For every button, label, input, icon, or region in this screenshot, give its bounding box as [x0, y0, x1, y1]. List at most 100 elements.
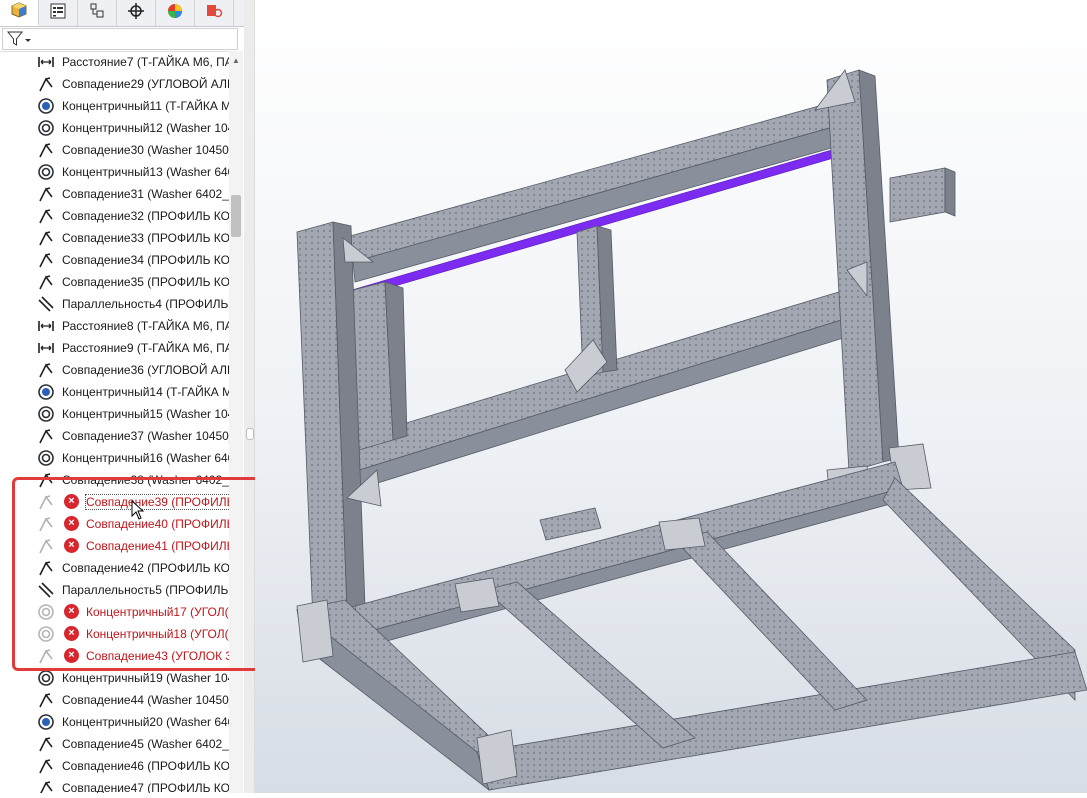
property-manager-icon: [49, 2, 67, 25]
coincident-mate-icon: [37, 735, 55, 753]
mate-item-label: Концентричный12 (Washer 104: [62, 121, 229, 135]
mate-item[interactable]: Совпадение42 (ПРОФИЛЬ КОН: [0, 557, 229, 579]
graphics-area[interactable]: [255, 0, 1087, 793]
dimxpert-icon: [127, 2, 145, 25]
mate-item[interactable]: Расстояние9 (Т-ГАЙКА М6, ПА: [0, 337, 229, 359]
concentric-mate-icon: [37, 603, 55, 621]
tab-assembly-tree[interactable]: [0, 0, 39, 26]
tab-extra[interactable]: [195, 0, 234, 26]
assembly-icon: [10, 1, 28, 24]
mate-item[interactable]: Параллельность4 (ПРОФИЛЬ: [0, 293, 229, 315]
coincident-mate-icon: [37, 185, 55, 203]
panel-splitter[interactable]: [244, 0, 255, 793]
distance-mate-icon: [37, 339, 55, 357]
mate-item-label: Концентричный18 (УГОЛ(: [86, 627, 229, 641]
mate-item[interactable]: Совпадение37 (Washer 10450_1: [0, 425, 229, 447]
mate-item-label: Совпадение32 (ПРОФИЛЬ КОН: [62, 209, 229, 223]
mate-item-error[interactable]: × Концентричный18 (УГОЛ(: [0, 623, 229, 645]
error-x-icon: ×: [64, 516, 79, 531]
parallel-mate-icon: [37, 581, 55, 599]
mate-item[interactable]: Расстояние8 (Т-ГАЙКА М6, ПА: [0, 315, 229, 337]
configuration-manager-icon: [88, 2, 106, 25]
mate-item[interactable]: Совпадение46 (ПРОФИЛЬ КОН: [0, 755, 229, 777]
mate-item-label: Концентричный11 (Т-ГАЙКА М: [62, 99, 229, 113]
mate-item[interactable]: Концентричный12 (Washer 104: [0, 117, 229, 139]
concentric-locked-icon: [37, 713, 55, 731]
mate-item[interactable]: Совпадение29 (УГЛОВОЙ АЛК: [0, 73, 229, 95]
concentric-locked-icon: [37, 383, 55, 401]
mouse-cursor-icon: [131, 499, 145, 525]
tab-property-manager[interactable]: [39, 0, 78, 26]
mate-item-error[interactable]: × Совпадение40 (ПРОФИЛЬ: [0, 513, 229, 535]
mate-item[interactable]: Совпадение33 (ПРОФИЛЬ КОН: [0, 227, 229, 249]
mate-item[interactable]: Концентричный14 (Т-ГАЙКА М: [0, 381, 229, 403]
distance-mate-icon: [37, 317, 55, 335]
frame-model[interactable]: [255, 0, 1087, 793]
error-x-icon: ×: [64, 648, 79, 663]
mate-item-label: Совпадение38 (Washer 6402_2_: [62, 473, 229, 487]
mate-item-label: Совпадение34 (ПРОФИЛЬ КОН: [62, 253, 229, 267]
distance-mate-icon: [37, 53, 55, 71]
coincident-mate-icon: [37, 493, 55, 511]
coincident-mate-icon: [37, 471, 55, 489]
mate-item[interactable]: Концентричный19 (Washer 104: [0, 667, 229, 689]
mate-item-label: Концентричный16 (Washer 640: [62, 451, 229, 465]
mate-item-label: Концентричный14 (Т-ГАЙКА М: [62, 385, 229, 399]
mate-item[interactable]: Совпадение36 (УГЛОВОЙ АЛК: [0, 359, 229, 381]
coincident-mate-icon: [37, 779, 55, 793]
mate-item[interactable]: Параллельность5 (ПРОФИЛЬ: [0, 579, 229, 601]
mate-item-label: Совпадение45 (Washer 6402_2_: [62, 737, 229, 751]
mate-item-label: Совпадение42 (ПРОФИЛЬ КОН: [62, 561, 229, 575]
mate-item[interactable]: Совпадение44 (Washer 10450_1: [0, 689, 229, 711]
tab-configuration-manager[interactable]: [78, 0, 117, 26]
mate-item-label: Параллельность5 (ПРОФИЛЬ: [62, 583, 229, 597]
coincident-mate-icon: [37, 559, 55, 577]
mate-item-error[interactable]: × Совпадение43 (УГОЛОК 3(: [0, 645, 229, 667]
mate-item-error[interactable]: × Совпадение39 (ПРОФИЛЬ: [0, 491, 229, 513]
mate-item-error[interactable]: × Совпадение41 (ПРОФИЛЬ: [0, 535, 229, 557]
mate-item[interactable]: Расстояние7 (Т-ГАЙКА М6, ПА: [0, 51, 229, 73]
tree-scrollbar[interactable]: [229, 51, 243, 793]
mate-item-label: Концентричный19 (Washer 104: [62, 671, 229, 685]
feature-manager-panel: Расстояние7 (Т-ГАЙКА М6, ПА Совпадение29 …: [0, 0, 245, 793]
mate-item[interactable]: Совпадение35 (ПРОФИЛЬ КОН: [0, 271, 229, 293]
mate-item-label: Совпадение47 (ПРОФИЛЬ КОН: [62, 781, 229, 793]
splitter-grip-icon[interactable]: [246, 428, 254, 440]
mate-item[interactable]: Концентричный13 (Washer 640: [0, 161, 229, 183]
mate-item[interactable]: Совпадение34 (ПРОФИЛЬ КОН: [0, 249, 229, 271]
mate-item-error[interactable]: × Концентричный17 (УГОЛ(: [0, 601, 229, 623]
tab-display-manager[interactable]: [156, 0, 195, 26]
mate-item-label: Параллельность4 (ПРОФИЛЬ: [62, 297, 229, 311]
mate-item[interactable]: Совпадение38 (Washer 6402_2_: [0, 469, 229, 491]
funnel-icon[interactable]: [6, 30, 32, 53]
tab-dimxpert[interactable]: [117, 0, 156, 26]
mate-item[interactable]: Совпадение45 (Washer 6402_2_: [0, 733, 229, 755]
concentric-mate-icon: [37, 625, 55, 643]
mate-item[interactable]: Совпадение32 (ПРОФИЛЬ КОН: [0, 205, 229, 227]
mate-item[interactable]: Концентричный20 (Washer 640: [0, 711, 229, 733]
coincident-mate-icon: [37, 757, 55, 775]
coincident-mate-icon: [37, 141, 55, 159]
extra-tab-icon: [205, 2, 223, 25]
mate-item[interactable]: Совпадение47 (ПРОФИЛЬ КОН: [0, 777, 229, 793]
scroll-thumb[interactable]: [231, 195, 241, 237]
filter-dropdown[interactable]: [2, 28, 238, 50]
mate-item[interactable]: Концентричный11 (Т-ГАЙКА М: [0, 95, 229, 117]
concentric-mate-icon: [37, 163, 55, 181]
mate-item-label: Расстояние9 (Т-ГАЙКА М6, ПА: [62, 341, 229, 355]
mate-item-label: Совпадение36 (УГЛОВОЙ АЛК: [62, 363, 229, 377]
mate-item[interactable]: Совпадение31 (Washer 6402_2_: [0, 183, 229, 205]
error-x-icon: ×: [64, 494, 79, 509]
mate-item[interactable]: Совпадение30 (Washer 10450_1: [0, 139, 229, 161]
feature-tree: Расстояние7 (Т-ГАЙКА М6, ПА Совпадение29 …: [0, 51, 229, 793]
concentric-locked-icon: [37, 97, 55, 115]
coincident-mate-icon: [37, 515, 55, 533]
mate-item[interactable]: Концентричный16 (Washer 640: [0, 447, 229, 469]
mate-item-label: Совпадение31 (Washer 6402_2_: [62, 187, 229, 201]
coincident-mate-icon: [37, 537, 55, 555]
coincident-mate-icon: [37, 207, 55, 225]
scroll-up-arrow-icon[interactable]: ▲: [232, 56, 240, 65]
mate-item-label: Концентричный15 (Washer 104: [62, 407, 229, 421]
mate-item[interactable]: Концентричный15 (Washer 104: [0, 403, 229, 425]
mate-item-label: Концентричный13 (Washer 640: [62, 165, 229, 179]
